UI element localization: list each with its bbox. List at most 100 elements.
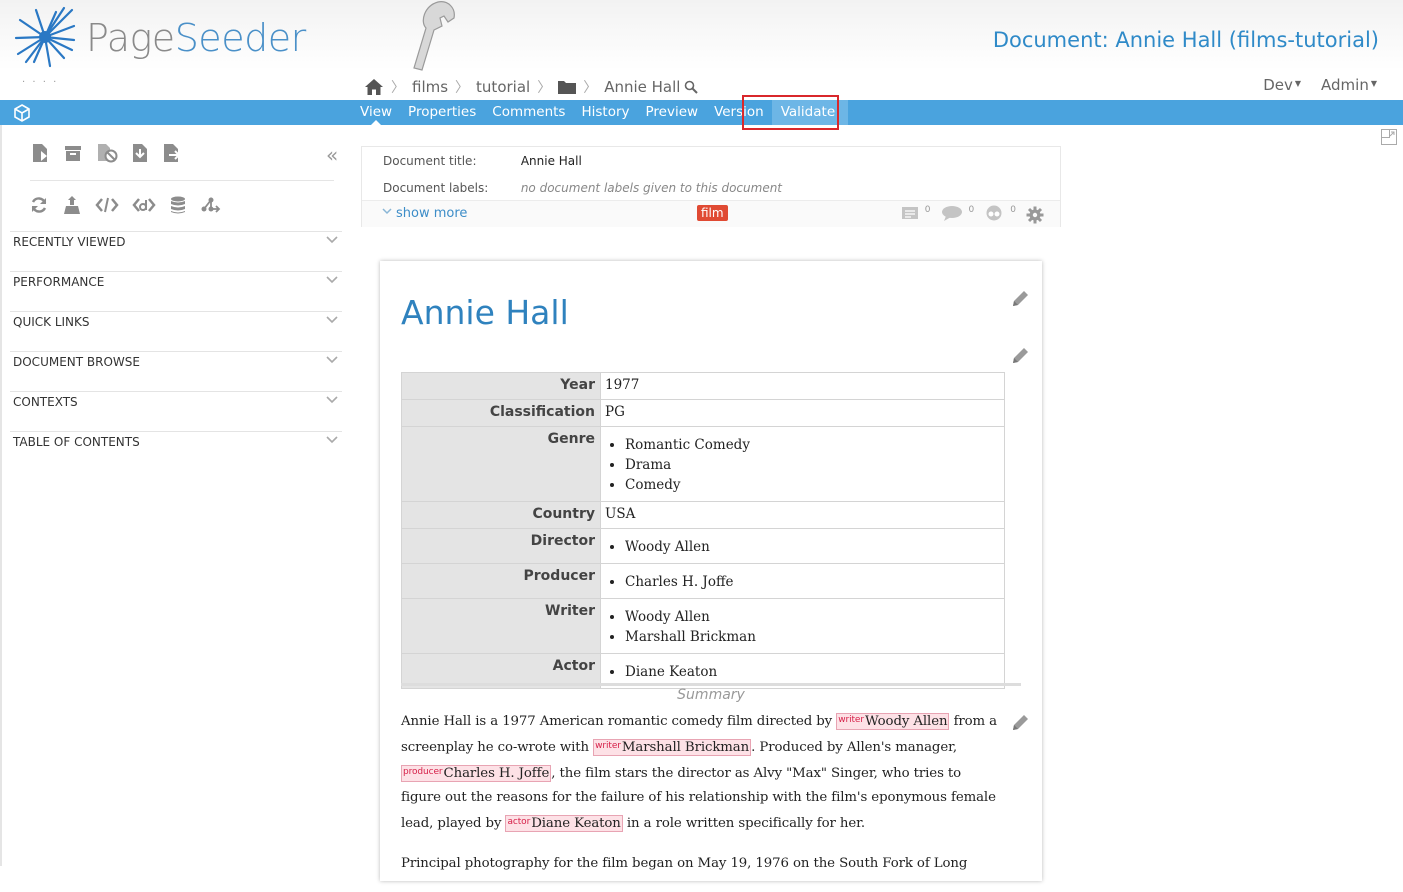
comments-count: 0 — [968, 205, 975, 215]
sidebar-section-label: PERFORMANCE — [13, 275, 105, 289]
pencil-icon[interactable] — [1010, 713, 1030, 733]
document-labels-row: Document labels: no document labels give… — [383, 181, 782, 195]
admin-menu[interactable]: Admin ▼ — [1321, 76, 1377, 94]
highlight-box — [742, 95, 839, 130]
diff-code-icon[interactable] — [132, 195, 156, 215]
property-key: Writer — [401, 598, 601, 654]
property-key: Director — [401, 528, 601, 564]
table-row: Classification PG — [401, 399, 1005, 427]
breadcrumb-separator: 〉 — [391, 80, 405, 96]
summary-paragraph: Principal photography for the film began… — [401, 856, 968, 871]
document-labels-value: no document labels given to this documen… — [520, 181, 783, 195]
user-menu[interactable]: · · · · — [22, 77, 58, 88]
tab-history[interactable]: History — [573, 100, 637, 125]
breadcrumb: 〉 films 〉 tutorial 〉 〉 Annie Hall — [364, 76, 699, 98]
delete-document-icon[interactable] — [96, 143, 118, 163]
home-icon[interactable] — [364, 78, 384, 96]
sidebar-section-table-of-contents[interactable]: TABLE OF CONTENTS — [10, 431, 342, 471]
collapse-sidebar-button[interactable]: « — [326, 143, 338, 167]
property-key: Country — [401, 501, 601, 529]
export-icon[interactable] — [162, 143, 182, 163]
xml-code-icon[interactable] — [95, 195, 119, 215]
breadcrumb-separator: 〉 — [537, 80, 552, 96]
summary-text-run: . Produced by Allen's manager, — [751, 740, 958, 755]
document-view: Annie Hall Year 1977 Classification PG G… — [380, 261, 1042, 881]
property-key: Genre — [401, 426, 601, 502]
metadata-icons: 0 0 0 — [901, 205, 1044, 224]
table-row: Country USA — [401, 501, 1005, 529]
list-item: Charles H. Joffe — [625, 572, 999, 592]
list-item: Romantic Comedy — [625, 435, 999, 455]
new-document-icon[interactable] — [30, 143, 50, 163]
summary-text-run: in a role written specifically for her. — [622, 816, 866, 831]
label-tag-film[interactable]: film — [697, 205, 728, 221]
page-title: Annie Hall — [401, 293, 569, 332]
caret-down-icon: ▼ — [1370, 79, 1377, 88]
show-more-link[interactable]: show more — [382, 206, 467, 221]
comments-icon[interactable] — [941, 205, 963, 221]
xref-label: Charles H. Joffe — [443, 766, 550, 781]
refresh-icon[interactable] — [29, 195, 49, 215]
sidebar: « RECENTLY VIEWED PERFORMANCE QUICK LINK… — [0, 125, 345, 866]
pageseeder-logo-icon — [14, 6, 76, 68]
workflow-status-icon[interactable] — [984, 205, 1004, 221]
table-row: Year 1977 — [401, 372, 1005, 400]
property-value: 1977 — [600, 372, 1005, 400]
sidebar-section-document-browse[interactable]: DOCUMENT BROWSE — [10, 351, 342, 391]
property-value: Romantic Comedy Drama Comedy — [600, 426, 1005, 502]
breadcrumb-tutorial[interactable]: tutorial — [476, 78, 530, 96]
property-value: USA — [600, 501, 1005, 529]
xref-label: Woody Allen — [864, 714, 948, 729]
breadcrumb-document[interactable]: Annie Hall — [604, 78, 680, 96]
xref-label: Marshall Brickman — [621, 740, 750, 755]
property-key: Producer — [401, 563, 601, 599]
cube-icon[interactable] — [13, 104, 31, 122]
table-row: Producer Charles H. Joffe — [401, 563, 1005, 599]
chevron-down-icon — [326, 436, 338, 444]
archive-icon[interactable] — [63, 143, 83, 163]
property-value: Woody Allen — [600, 528, 1005, 564]
xref-producer[interactable]: producerCharles H. Joffe — [401, 765, 552, 782]
sidebar-section-contexts[interactable]: CONTEXTS — [10, 391, 342, 431]
dev-menu[interactable]: Dev ▼ — [1263, 76, 1301, 94]
app-header: PageSeeder Document: Annie Hall (films-t… — [0, 0, 1403, 100]
sidebar-section-performance[interactable]: PERFORMANCE — [10, 271, 342, 311]
download-icon[interactable] — [131, 143, 149, 163]
tab-preview[interactable]: Preview — [638, 100, 707, 125]
chevron-down-icon — [326, 316, 338, 324]
notes-icon[interactable] — [901, 205, 919, 221]
database-icon[interactable] — [169, 195, 187, 215]
sidebar-toolbar-top — [30, 143, 195, 163]
tab-comments[interactable]: Comments — [484, 100, 573, 125]
show-more-label: show more — [396, 206, 468, 221]
document-metadata-panel: Document title: Annie Hall Document labe… — [361, 146, 1061, 227]
chevron-down-icon — [326, 396, 338, 404]
list-item: Woody Allen — [625, 607, 999, 627]
workflow-count: 0 — [1010, 205, 1016, 215]
sidebar-section-quick-links[interactable]: QUICK LINKS — [10, 311, 342, 351]
gear-icon[interactable] — [1026, 206, 1044, 224]
property-value: Woody Allen Marshall Brickman — [600, 598, 1005, 654]
nav-bar: View Properties Comments History Preview… — [0, 100, 1403, 126]
search-icon[interactable] — [684, 80, 699, 94]
tab-properties[interactable]: Properties — [400, 100, 484, 125]
pencil-icon[interactable] — [1010, 289, 1030, 309]
expand-panel-icon[interactable] — [1381, 129, 1397, 145]
xref-writer[interactable]: writerWoody Allen — [836, 713, 950, 730]
folder-icon[interactable] — [558, 80, 577, 94]
property-value: Charles H. Joffe — [600, 563, 1005, 599]
publish-icon[interactable] — [62, 195, 82, 215]
metadata-footer: show more film 0 0 0 — [362, 200, 1060, 227]
tab-view[interactable]: View — [352, 100, 400, 126]
breadcrumb-films[interactable]: films — [412, 78, 448, 96]
sidebar-section-recently-viewed[interactable]: RECENTLY VIEWED — [10, 231, 342, 271]
value-list: Romantic Comedy Drama Comedy — [605, 435, 999, 495]
sidebar-toolbar-bottom — [29, 195, 235, 215]
xref-actor[interactable]: actorDiane Keaton — [505, 815, 623, 832]
xref-writer[interactable]: writerMarshall Brickman — [593, 739, 752, 756]
xref-role: producer — [403, 767, 443, 777]
list-item: Comedy — [625, 475, 999, 495]
pencil-icon[interactable] — [1010, 346, 1030, 366]
section-divider — [401, 683, 1021, 686]
workflow-icon[interactable] — [200, 195, 222, 215]
